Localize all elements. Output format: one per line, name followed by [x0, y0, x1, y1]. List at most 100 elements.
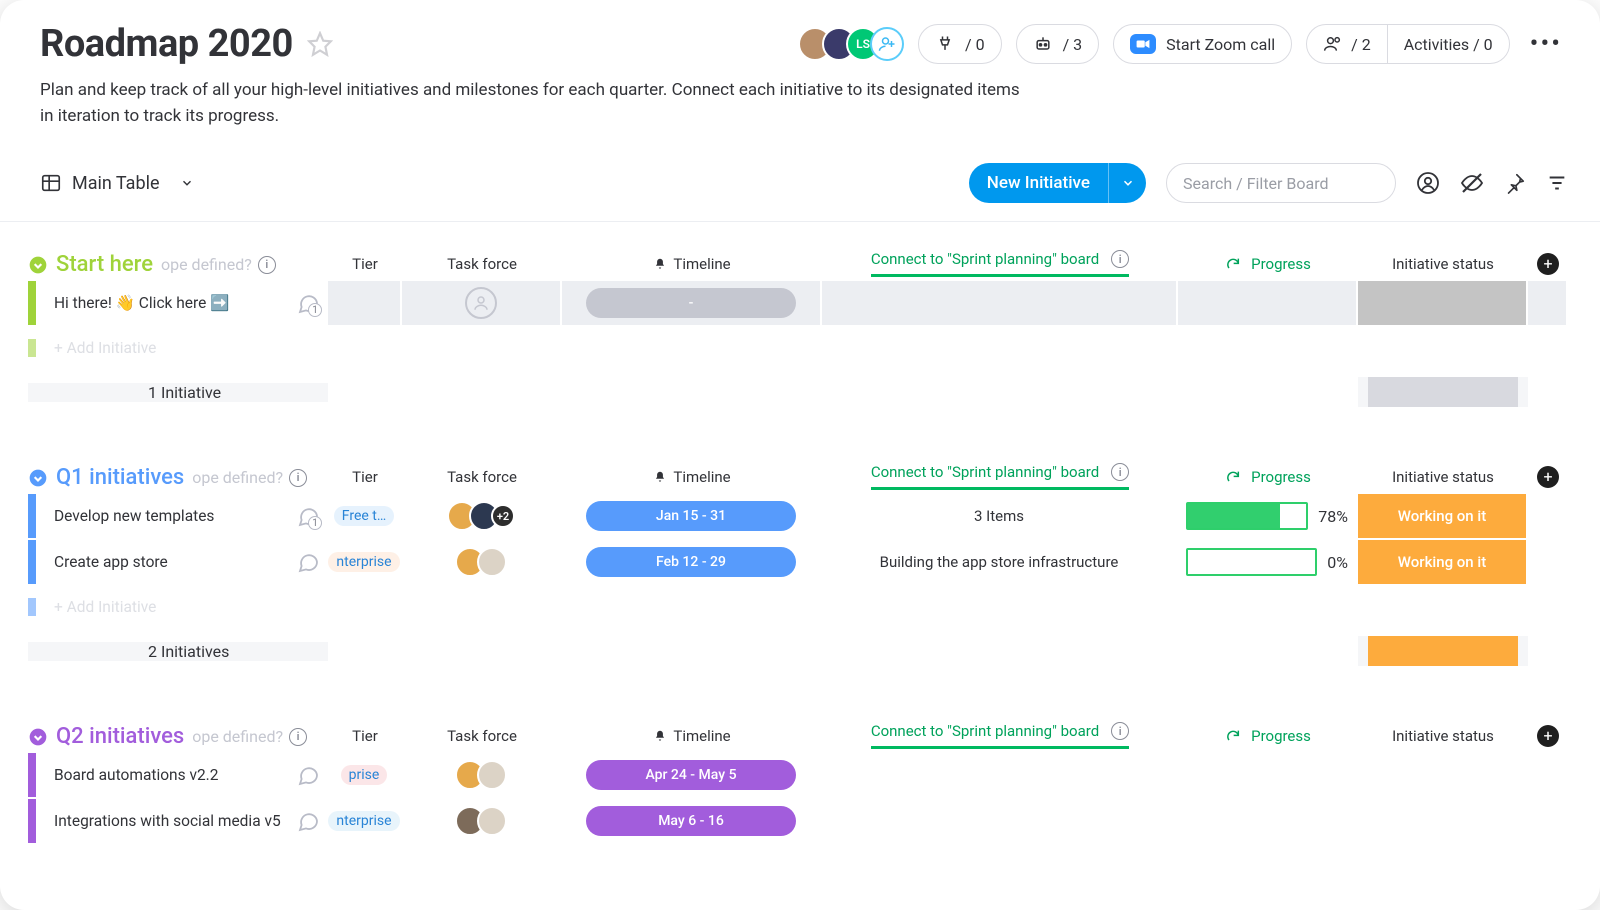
- chat-icon[interactable]: 1: [296, 504, 320, 528]
- filter-icon[interactable]: [1546, 172, 1568, 194]
- info-icon[interactable]: i: [258, 256, 276, 274]
- timeline-cell[interactable]: May 6 - 16: [562, 799, 822, 843]
- chat-icon[interactable]: [296, 550, 320, 574]
- search-input[interactable]: Search / Filter Board: [1166, 163, 1396, 203]
- progress-cell[interactable]: [1178, 753, 1358, 797]
- people-button[interactable]: / 2: [1307, 25, 1387, 63]
- info-icon[interactable]: i: [289, 469, 307, 487]
- favorite-star-icon[interactable]: [307, 31, 333, 57]
- progress-cell[interactable]: 78%: [1178, 494, 1358, 538]
- timeline-cell[interactable]: Feb 12 - 29: [562, 540, 822, 584]
- status-cell[interactable]: Working on it: [1358, 540, 1528, 584]
- column-header-task-force[interactable]: Task force: [402, 255, 562, 273]
- refresh-icon[interactable]: [1225, 469, 1241, 485]
- activities-button[interactable]: Activities / 0: [1388, 25, 1509, 63]
- board-members-avatars[interactable]: LS: [808, 27, 904, 61]
- add-initiative-row[interactable]: + Add Initiative: [28, 598, 328, 616]
- tier-cell[interactable]: Free t…: [328, 494, 402, 538]
- add-column-button[interactable]: +: [1528, 253, 1568, 275]
- tier-cell[interactable]: nterprise: [328, 799, 402, 843]
- linked-item-cell[interactable]: [822, 753, 1178, 797]
- initiative-name-cell[interactable]: Hi there! 👋 Click here ➡️ 1: [28, 281, 328, 325]
- task-force-cell[interactable]: +2: [402, 494, 562, 538]
- progress-bar[interactable]: [1186, 548, 1317, 576]
- column-header-link[interactable]: Connect to "Sprint planning" boardi: [822, 722, 1178, 749]
- column-header-progress[interactable]: Progress: [1178, 255, 1358, 273]
- column-header-timeline[interactable]: Timeline: [562, 255, 822, 273]
- group-title[interactable]: Q1 initiatives: [56, 465, 184, 490]
- pin-icon[interactable]: [1504, 172, 1526, 194]
- task-force-cell[interactable]: [402, 281, 562, 325]
- assignee-avatars[interactable]: +2: [447, 501, 515, 531]
- column-header-timeline[interactable]: Timeline: [562, 727, 822, 745]
- info-icon[interactable]: i: [1111, 722, 1129, 740]
- view-selector[interactable]: Main Table: [40, 172, 194, 194]
- progress-cell[interactable]: 0%: [1178, 540, 1358, 584]
- column-header-link[interactable]: Connect to "Sprint planning" boardi: [822, 463, 1178, 490]
- tier-cell[interactable]: prise: [328, 753, 402, 797]
- column-header-tier[interactable]: Tier: [328, 468, 402, 486]
- assignee-avatars[interactable]: [455, 760, 507, 790]
- status-cell[interactable]: [1358, 799, 1528, 843]
- task-force-cell[interactable]: [402, 753, 562, 797]
- timeline-cell[interactable]: Jan 15 - 31: [562, 494, 822, 538]
- initiative-name-cell[interactable]: Board automations v2.2: [28, 753, 328, 797]
- info-icon[interactable]: i: [1111, 463, 1129, 481]
- person-filter-icon[interactable]: [1416, 171, 1440, 195]
- chat-icon[interactable]: 1: [296, 291, 320, 315]
- integrations-button[interactable]: / 0: [918, 24, 1002, 64]
- column-header-status[interactable]: Initiative status: [1358, 727, 1528, 745]
- initiative-name-cell[interactable]: Integrations with social media v5: [28, 799, 328, 843]
- new-initiative-dropdown[interactable]: [1108, 163, 1146, 203]
- new-initiative-button[interactable]: New Initiative: [969, 163, 1146, 203]
- status-cell[interactable]: [1358, 753, 1528, 797]
- column-header-tier[interactable]: Tier: [328, 727, 402, 745]
- info-icon[interactable]: i: [289, 728, 307, 746]
- column-header-status[interactable]: Initiative status: [1358, 468, 1528, 486]
- column-header-task-force[interactable]: Task force: [402, 468, 562, 486]
- task-force-cell[interactable]: [402, 540, 562, 584]
- info-icon[interactable]: i: [1111, 250, 1129, 268]
- column-header-timeline[interactable]: Timeline: [562, 468, 822, 486]
- timeline-cell[interactable]: Apr 24 - May 5: [562, 753, 822, 797]
- timeline-cell[interactable]: -: [562, 281, 822, 325]
- refresh-icon[interactable]: [1225, 256, 1241, 272]
- assignee-avatars[interactable]: [455, 547, 507, 577]
- tier-cell[interactable]: nterprise: [328, 540, 402, 584]
- column-header-task-force[interactable]: Task force: [402, 727, 562, 745]
- progress-cell[interactable]: [1178, 281, 1358, 325]
- add-column-button[interactable]: +: [1528, 725, 1568, 747]
- column-header-link[interactable]: Connect to "Sprint planning" boardi: [822, 250, 1178, 277]
- initiative-name-cell[interactable]: Develop new templates 1: [28, 494, 328, 538]
- assignee-empty-icon[interactable]: [465, 287, 497, 319]
- column-header-tier[interactable]: Tier: [328, 255, 402, 273]
- group-collapse-toggle[interactable]: [28, 727, 48, 747]
- automations-button[interactable]: / 3: [1016, 24, 1100, 64]
- status-cell[interactable]: [1358, 281, 1528, 325]
- group-collapse-toggle[interactable]: [28, 468, 48, 488]
- group-title[interactable]: Start here: [56, 252, 153, 277]
- add-initiative-row[interactable]: + Add Initiative: [28, 339, 328, 357]
- more-assignees-badge[interactable]: +2: [491, 504, 515, 528]
- column-header-progress[interactable]: Progress: [1178, 468, 1358, 486]
- initiative-name-cell[interactable]: Create app store: [28, 540, 328, 584]
- refresh-icon[interactable]: [1225, 728, 1241, 744]
- start-zoom-button[interactable]: Start Zoom call: [1113, 24, 1292, 64]
- tier-cell[interactable]: [328, 281, 402, 325]
- linked-item-cell[interactable]: 3 Items: [822, 494, 1178, 538]
- column-header-status[interactable]: Initiative status: [1358, 255, 1528, 273]
- status-cell[interactable]: Working on it: [1358, 494, 1528, 538]
- progress-bar[interactable]: [1186, 502, 1308, 530]
- add-column-button[interactable]: +: [1528, 466, 1568, 488]
- linked-item-cell[interactable]: Building the app store infrastructure: [822, 540, 1178, 584]
- chat-icon[interactable]: [296, 809, 320, 833]
- more-menu-icon[interactable]: •••: [1524, 29, 1568, 59]
- task-force-cell[interactable]: [402, 799, 562, 843]
- column-header-progress[interactable]: Progress: [1178, 727, 1358, 745]
- hide-columns-icon[interactable]: [1460, 171, 1484, 195]
- progress-cell[interactable]: [1178, 799, 1358, 843]
- assignee-avatars[interactable]: [455, 806, 507, 836]
- chat-icon[interactable]: [296, 763, 320, 787]
- linked-item-cell[interactable]: [822, 281, 1178, 325]
- group-title[interactable]: Q2 initiatives: [56, 724, 184, 749]
